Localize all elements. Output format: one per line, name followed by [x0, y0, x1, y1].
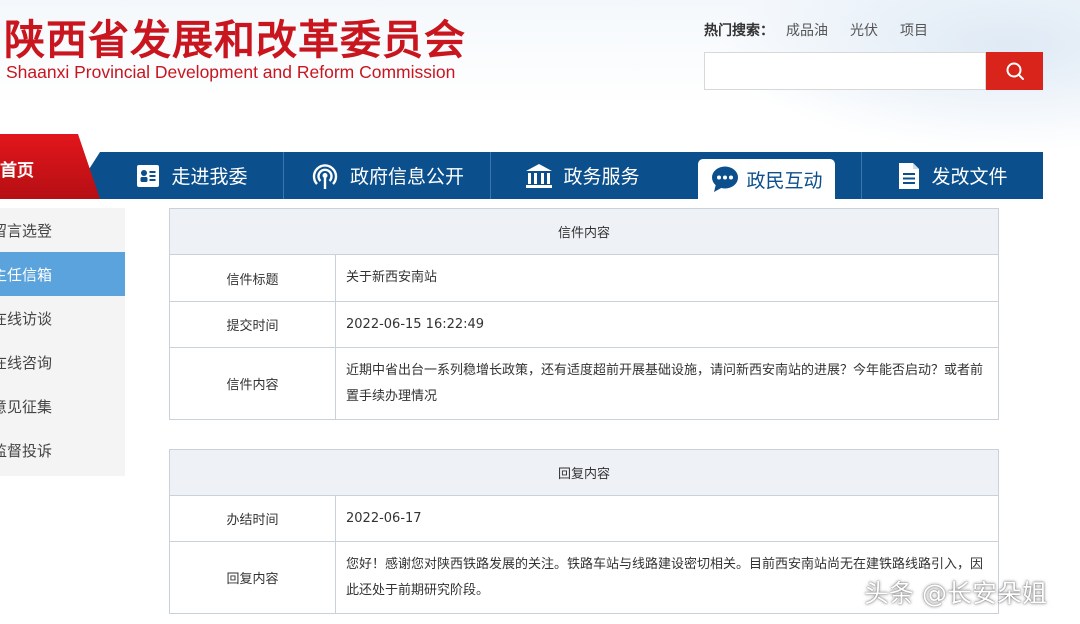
row-label: 提交时间	[169, 301, 336, 348]
search-icon	[1005, 61, 1025, 81]
nav-item-label: 政务服务	[563, 166, 640, 188]
letter-table-header: 信件内容	[169, 208, 999, 255]
government-building-icon	[525, 163, 553, 189]
sidebar-item-label: 在线咨询	[0, 353, 53, 372]
nav-item-label: 走进我委	[171, 166, 248, 188]
sidebar-item-online-interview[interactable]: 在线访谈	[0, 296, 125, 340]
nav-item-label: 政民互动	[746, 169, 823, 192]
chat-bubble-icon	[710, 165, 740, 193]
search-button[interactable]	[986, 52, 1043, 90]
letter-content: 近期中省出台一系列稳增长政策，还有适度超前开展基础设施，请问新西安南站的进展？今…	[335, 347, 999, 420]
broadcast-icon	[310, 162, 340, 190]
nav-item-gov-info[interactable]: 政府信息公开	[284, 152, 490, 199]
nav-item-label: 发改文件	[931, 166, 1008, 188]
table-row: 信件标题 关于新西安南站	[169, 254, 999, 302]
row-label: 回复内容	[169, 541, 336, 614]
sidebar-item-selected-messages[interactable]: 留言选登	[0, 208, 125, 252]
nav-item-about[interactable]: 走进我委	[100, 152, 283, 199]
sidebar-item-label: 意见征集	[0, 397, 53, 416]
home-tab-label[interactable]: 首页	[0, 156, 34, 181]
letter-title: 关于新西安南站	[335, 254, 999, 302]
hot-search-item[interactable]: 项目	[900, 20, 928, 40]
table-row: 回复内容	[169, 449, 999, 496]
table-row: 提交时间 2022-06-15 16:22:49	[169, 301, 999, 348]
nav-item-gov-service[interactable]: 政务服务	[491, 152, 674, 199]
sidebar: 留言选登 主任信箱 在线访谈 在线咨询 意见征集 监督投诉	[0, 208, 125, 476]
search-input[interactable]	[704, 52, 986, 90]
completion-time: 2022-06-17	[335, 495, 999, 542]
sidebar-item-label: 监督投诉	[0, 441, 53, 460]
watermark: 头条 @长安朵姐	[864, 579, 1047, 608]
table-row: 信件内容 近期中省出台一系列稳增长政策，还有适度超前开展基础设施，请问新西安南站…	[169, 347, 999, 420]
nav-item-interaction[interactable]: 政民互动	[698, 159, 835, 199]
letter-table: 信件内容 信件标题 关于新西安南站 提交时间 2022-06-15 16:22:…	[169, 208, 999, 420]
row-label: 信件内容	[169, 347, 336, 420]
reply-table-header: 回复内容	[169, 449, 999, 496]
sidebar-item-director-mailbox[interactable]: 主任信箱	[0, 252, 125, 296]
row-label: 办结时间	[169, 495, 336, 542]
hot-search-item[interactable]: 成品油	[786, 20, 828, 40]
site-title-cn[interactable]: 陕西省发展和改革委员会	[4, 6, 466, 66]
hot-search-item[interactable]: 光伏	[850, 20, 878, 40]
document-icon	[897, 162, 921, 190]
sidebar-item-label: 在线访谈	[0, 309, 53, 328]
nav-item-label: 政府信息公开	[349, 166, 464, 188]
sidebar-item-label: 留言选登	[0, 221, 53, 240]
site-title-en: Shaanxi Provincial Development and Refor…	[6, 62, 456, 82]
table-row: 办结时间 2022-06-17	[169, 495, 999, 542]
row-label: 信件标题	[169, 254, 336, 302]
sidebar-item-complaint[interactable]: 监督投诉	[0, 428, 125, 472]
sidebar-item-opinion-collection[interactable]: 意见征集	[0, 384, 125, 428]
submit-time: 2022-06-15 16:22:49	[335, 301, 999, 348]
id-card-icon	[135, 163, 161, 189]
hot-search-label: 热门搜索：	[704, 23, 774, 39]
nav-item-documents[interactable]: 发改文件	[862, 152, 1043, 199]
hot-search: 热门搜索： 成品油 光伏 项目	[704, 20, 950, 40]
table-row: 信件内容	[169, 208, 999, 255]
sidebar-item-label: 主任信箱	[0, 265, 53, 284]
sidebar-item-online-consult[interactable]: 在线咨询	[0, 340, 125, 384]
